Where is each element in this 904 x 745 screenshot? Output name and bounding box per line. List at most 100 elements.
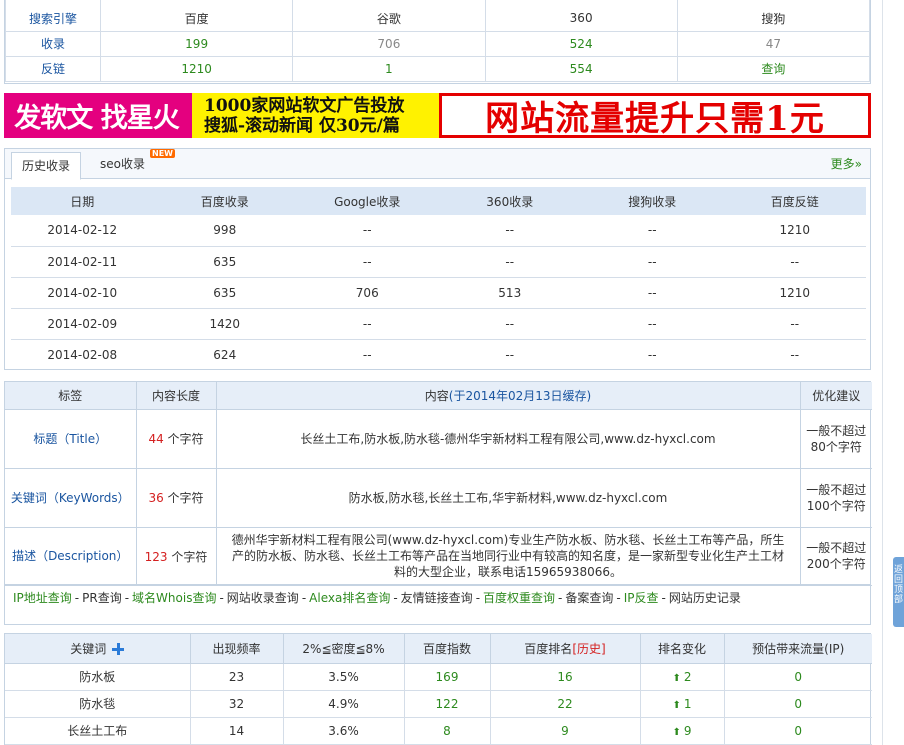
cell: -- — [296, 308, 439, 340]
rank-change: ⬆ 1 — [639, 689, 725, 718]
cell: 2014-02-10 — [11, 277, 154, 309]
backlink-sogou-query-link[interactable]: 查询 — [676, 55, 871, 82]
index-row-label: 收录 — [5, 30, 101, 57]
cell: -- — [296, 246, 439, 278]
baidu-index-value[interactable]: 169 — [403, 662, 491, 691]
cell: 635 — [153, 277, 296, 309]
col-content-label: 内容 — [424, 388, 449, 403]
cell: 2014-02-08 — [47, 347, 118, 362]
meta-suggest: 一般不超过200个字符 — [799, 526, 872, 586]
cell: -- — [438, 308, 581, 340]
index-row: 收录 199 706 524 47 — [5, 30, 871, 57]
cell: 635 — [153, 246, 296, 278]
table-row: 2014-02-08 624 -- -- -- -- — [11, 339, 866, 370]
table-row: 防水板 23 3.5% 169 16 ⬆ 2 0 — [5, 662, 872, 691]
baidu-rank-value[interactable]: 22 — [489, 689, 641, 718]
rank-change-value: 1 — [683, 696, 692, 711]
frequency: 14 — [189, 716, 284, 745]
rank-change-value: 2 — [683, 669, 692, 684]
col-traffic: 预估带来流量(IP) — [723, 634, 872, 664]
more-link[interactable]: 更多» — [831, 149, 862, 179]
cell: -- — [723, 308, 866, 340]
table-row: 标题（Title） 44 个字符 长丝土工布,防水板,防水毯-德州华宇新材料工程… — [5, 408, 872, 469]
tab-history-index[interactable]: 历史收录 — [11, 152, 82, 180]
ad-banner-mid-line1: 1000家网站软文广告投放 — [204, 95, 405, 116]
index-sogou-value[interactable]: 47 — [676, 30, 871, 57]
density: 3.5% — [282, 662, 405, 691]
rank-change-value: 9 — [683, 723, 692, 738]
keyword-header-row: 关键词 出现频率 2%≦密度≦8% 百度指数 百度排名[历史] 排名变化 预估带… — [5, 634, 872, 664]
cell: -- — [581, 308, 724, 340]
engine-stats-table: 搜索引擎 百度 谷歌 360 搜狗 收录 199 706 524 47 反链 1… — [5, 0, 871, 82]
engine-baidu: 百度 — [99, 0, 294, 32]
link-alexa[interactable]: Alexa排名查询 — [309, 591, 390, 605]
meta-content: 长丝土工布,防水板,防水毯-德州华宇新材料工程有限公司,www.dz-hyxcl… — [215, 408, 801, 469]
traffic-value: 0 — [723, 662, 872, 691]
cell: 998 — [153, 215, 296, 247]
cell: 2014-02-09 — [11, 308, 154, 340]
backlink-row-label: 反链 — [5, 55, 101, 82]
link-icp-lookup[interactable]: 备案查询 — [565, 591, 613, 605]
link-index-lookup[interactable]: 网站收录查询 — [227, 591, 299, 605]
baidu-rank-value[interactable]: 16 — [489, 662, 641, 691]
link-site-history[interactable]: 网站历史记录 — [669, 591, 741, 605]
table-row: 描述（Description） 123 个字符 德州华宇新材料工程有限公司(ww… — [5, 526, 872, 586]
cell: -- — [505, 347, 515, 362]
arrow-up-icon: ⬆ — [672, 672, 681, 684]
history-header-row: 日期 百度收录 Google收录 360收录 搜狗收录 百度反链 — [11, 187, 866, 215]
meta-tag-keywords: 关键词（KeyWords） — [5, 467, 137, 528]
link-pr-lookup[interactable]: PR查询 — [82, 591, 122, 605]
page-divider — [882, 0, 883, 745]
density: 3.6% — [282, 716, 405, 745]
ad-banner[interactable]: 发软文 找星火 1000家网站软文广告投放 搜狐-滚动新闻 仅30元/篇 网站流… — [4, 93, 871, 139]
history-panel: 历史收录 seo收录 NEW 更多» 日期 百度收录 Google收录 360收… — [4, 148, 871, 370]
meta-length-unit: 个字符 — [167, 491, 204, 505]
backlink-google-value[interactable]: 1 — [292, 55, 486, 82]
frequency: 23 — [189, 662, 284, 691]
meta-header-row: 标签 内容长度 内容(于2014年02月13日缓存) 优化建议 — [5, 382, 872, 410]
cell: 1210 — [723, 277, 866, 309]
col-frequency: 出现频率 — [189, 634, 284, 664]
engine-sogou: 搜狗 — [676, 0, 871, 32]
col-keyword: 关键词 — [5, 634, 191, 664]
cell: -- — [438, 246, 581, 278]
backlink-360-value[interactable]: 554 — [484, 55, 678, 82]
col-content: 内容(于2014年02月13日缓存) — [215, 382, 801, 410]
ad-banner-middle[interactable]: 1000家网站软文广告投放 搜狐-滚动新闻 仅30元/篇 — [189, 93, 439, 138]
meta-suggest: 一般不超过80个字符 — [799, 408, 872, 469]
cell: 1210 — [723, 215, 866, 247]
link-whois[interactable]: 域名Whois查询 — [132, 591, 216, 605]
history-table: 日期 百度收录 Google收录 360收录 搜狗收录 百度反链 2014-02… — [11, 187, 866, 370]
meta-content: 防水板,防水毯,长丝土工布,华宇新材料,www.dz-hyxcl.com — [215, 467, 801, 528]
engine-360: 360 — [484, 0, 678, 32]
index-baidu-value[interactable]: 199 — [99, 30, 294, 57]
meta-length: 44 个字符 — [135, 408, 217, 469]
ad-banner-right[interactable]: 网站流量提升只需1元 — [439, 93, 871, 139]
col-rank-change: 排名变化 — [639, 634, 725, 664]
link-baidu-weight[interactable]: 百度权重查询 — [483, 591, 555, 605]
keyword: 长丝土工布 — [5, 716, 191, 745]
index-360-value[interactable]: 524 — [484, 30, 678, 57]
engine-stats-panel: 搜索引擎 百度 谷歌 360 搜狗 收录 199 706 524 47 反链 1… — [4, 0, 871, 84]
ad-banner-left[interactable]: 发软文 找星火 — [4, 93, 189, 138]
tab-seo-index[interactable]: seo收录 — [90, 149, 155, 179]
meta-tag-description: 描述（Description） — [5, 526, 137, 586]
back-to-top-button[interactable]: 返回顶部 — [893, 557, 904, 627]
link-ip-lookup[interactable]: IP地址查询 — [13, 591, 72, 605]
keyword: 防水板 — [5, 662, 191, 691]
baidu-rank-value[interactable]: 9 — [489, 716, 641, 745]
engine-header-label: 搜索引擎 — [5, 0, 101, 32]
backlink-baidu-value[interactable]: 1210 — [99, 55, 294, 82]
cell: -- — [790, 347, 800, 362]
baidu-index-value[interactable]: 122 — [403, 689, 491, 718]
cell: 2014-02-11 — [11, 246, 154, 278]
rank-history-link[interactable]: [历史] — [572, 642, 605, 656]
link-ip-reverse[interactable]: IP反查 — [624, 591, 659, 605]
rank-change: ⬆ 2 — [639, 662, 725, 691]
meta-length-value: 123 — [144, 549, 168, 564]
link-friend-links[interactable]: 友情链接查询 — [401, 591, 473, 605]
cache-date-link[interactable]: (于2014年02月13日缓存) — [449, 389, 591, 403]
baidu-index-value[interactable]: 8 — [403, 716, 491, 745]
add-keyword-icon[interactable] — [112, 642, 125, 655]
index-google-value[interactable]: 706 — [292, 30, 486, 57]
